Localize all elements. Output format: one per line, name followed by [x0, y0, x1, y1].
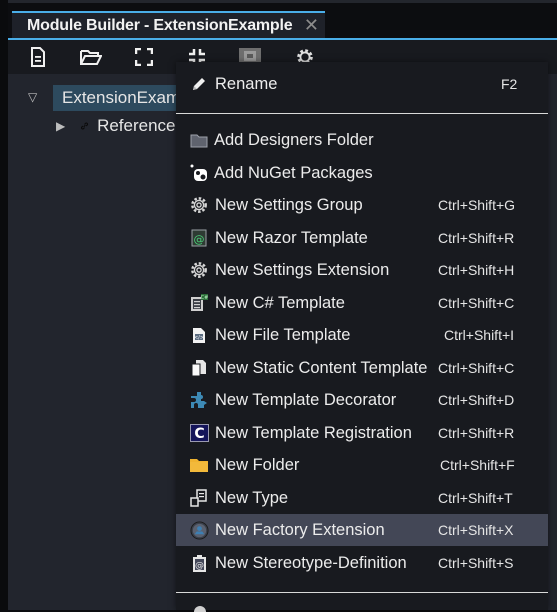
- menu-item-label: New Settings Extension: [215, 260, 390, 279]
- static-content-icon: [189, 358, 209, 378]
- menu-item-new-template-decorator[interactable]: New Template Decorator Ctrl+Shift+D: [176, 384, 548, 416]
- svg-text:@: @: [194, 233, 205, 246]
- menu-item-label: New Type: [215, 488, 289, 507]
- menu-item-shortcut: Ctrl+Shift+S: [438, 555, 514, 571]
- menu-item-shortcut: Ctrl+Shift+F: [440, 457, 515, 473]
- menu-item-new-settings-group[interactable]: New Settings Group Ctrl+Shift+G: [176, 189, 548, 221]
- menu-item-label: New C# Template: [215, 293, 345, 312]
- menu-item-shortcut: Ctrl+Shift+C: [438, 295, 515, 311]
- collapse-arrow-icon[interactable]: ▽: [28, 90, 37, 104]
- csharp-template-icon: C#: [189, 293, 209, 313]
- factory-extension-icon: [189, 520, 209, 540]
- menu-item-label: New File Template: [215, 325, 351, 344]
- svg-text:C#: C#: [201, 295, 208, 301]
- tab-module-builder[interactable]: Module Builder - ExtensionExample ✕: [12, 11, 325, 38]
- menu-item-new-factory-extension[interactable]: New Factory Extension Ctrl+Shift+X: [176, 514, 548, 546]
- menu-item-new-settings-extension[interactable]: New Settings Extension Ctrl+Shift+H: [176, 254, 548, 286]
- close-icon[interactable]: ✕: [304, 15, 319, 36]
- razor-template-icon: @: [189, 228, 209, 248]
- menu-item-shortcut: Ctrl+Shift+C: [438, 360, 515, 376]
- svg-text:C: C: [194, 426, 204, 442]
- menu-item-shortcut: Ctrl+Shift+H: [438, 262, 515, 278]
- menu-item-shortcut: Ctrl+Shift+D: [438, 392, 515, 408]
- menu-item-new-razor-template[interactable]: @ New Razor Template Ctrl+Shift+R: [176, 222, 548, 254]
- folder-open-icon: [80, 50, 102, 65]
- menu-item-new-folder[interactable]: New Folder Ctrl+Shift+F: [176, 449, 548, 481]
- file-template-icon: </>: [189, 325, 209, 345]
- gear-icon: [189, 195, 209, 215]
- menu-item-add-designers-folder[interactable]: Add Designers Folder: [176, 124, 548, 156]
- menu-item-shortcut: Ctrl+Shift+X: [438, 522, 514, 538]
- tab-title: Module Builder - ExtensionExample: [27, 16, 293, 34]
- tree-item-label: References: [97, 116, 184, 135]
- tab-bar: Module Builder - ExtensionExample ✕: [8, 3, 557, 39]
- menu-item-new-file-template[interactable]: </> New File Template Ctrl+Shift+I: [176, 319, 548, 351]
- yellow-folder-icon: [189, 455, 209, 475]
- menu-item-label: New Template Decorator: [215, 390, 397, 409]
- menu-separator: [176, 113, 548, 114]
- document-icon: [31, 47, 45, 67]
- menu-item-new-csharp-template[interactable]: C# New C# Template Ctrl+Shift+C: [176, 287, 548, 319]
- nuget-icon: [189, 163, 209, 183]
- menu-item-label: New Razor Template: [215, 228, 368, 247]
- expand-icon: [135, 48, 153, 66]
- menu-item-rename[interactable]: Rename F2: [176, 68, 548, 100]
- pencil-icon: [189, 74, 209, 94]
- menu-item-label: New Static Content Template: [215, 358, 428, 377]
- gear-icon: [189, 260, 209, 280]
- menu-item-shortcut: Ctrl+Shift+T: [438, 490, 513, 506]
- open-button[interactable]: [79, 46, 103, 68]
- registration-c-icon: C: [189, 423, 209, 443]
- menu-separator: [176, 592, 548, 593]
- menu-item-add-nuget-packages[interactable]: Add NuGet Packages: [176, 157, 548, 189]
- svg-text:@: @: [195, 561, 204, 571]
- menu-item-label: New Settings Group: [215, 195, 363, 214]
- menu-item-shortcut: Ctrl+Shift+R: [438, 230, 515, 246]
- menu-item-label: New Factory Extension: [215, 520, 385, 539]
- menu-item-shortcut: Ctrl+Shift+G: [438, 197, 516, 213]
- menu-item-label: New Template Registration: [215, 423, 412, 442]
- menu-item-label: New Stereotype-Definition: [215, 553, 407, 572]
- link-icon: [81, 122, 89, 130]
- context-menu: Rename F2 Add Designers Folder Add NuGet…: [176, 62, 548, 612]
- menu-item-label: Add Designers Folder: [214, 130, 374, 149]
- svg-text:</>: </>: [194, 335, 204, 341]
- menu-item-shortcut: Ctrl+Shift+I: [444, 327, 515, 343]
- type-icon: [189, 488, 209, 508]
- left-strip: [0, 0, 8, 610]
- menu-item-shortcut: Ctrl+Shift+R: [438, 425, 515, 441]
- stereotype-icon: @: [189, 553, 209, 573]
- tree-item-root[interactable]: ExtensionExample: [53, 85, 203, 111]
- menu-item-label: Add NuGet Packages: [214, 163, 373, 182]
- menu-item-new-type[interactable]: New Type Ctrl+Shift+T: [176, 482, 548, 514]
- menu-item-label: New Folder: [215, 455, 300, 474]
- folder-icon: [189, 130, 209, 150]
- expand-all-button[interactable]: [132, 46, 156, 68]
- menu-item-new-static-content-template[interactable]: New Static Content Template Ctrl+Shift+C: [176, 352, 548, 384]
- puzzle-icon: [189, 390, 209, 410]
- next-item-icon-partial: [194, 606, 206, 612]
- menu-item-shortcut: F2: [501, 76, 518, 92]
- tree-item-references[interactable]: References: [80, 113, 184, 139]
- menu-item-new-stereotype-definition[interactable]: @ New Stereotype-Definition Ctrl+Shift+S: [176, 547, 548, 579]
- menu-item-new-template-registration[interactable]: C New Template Registration Ctrl+Shift+R: [176, 417, 548, 449]
- new-file-button[interactable]: [26, 46, 50, 68]
- menu-item-label: Rename: [215, 74, 278, 93]
- expand-arrow-icon[interactable]: ▶: [56, 119, 65, 133]
